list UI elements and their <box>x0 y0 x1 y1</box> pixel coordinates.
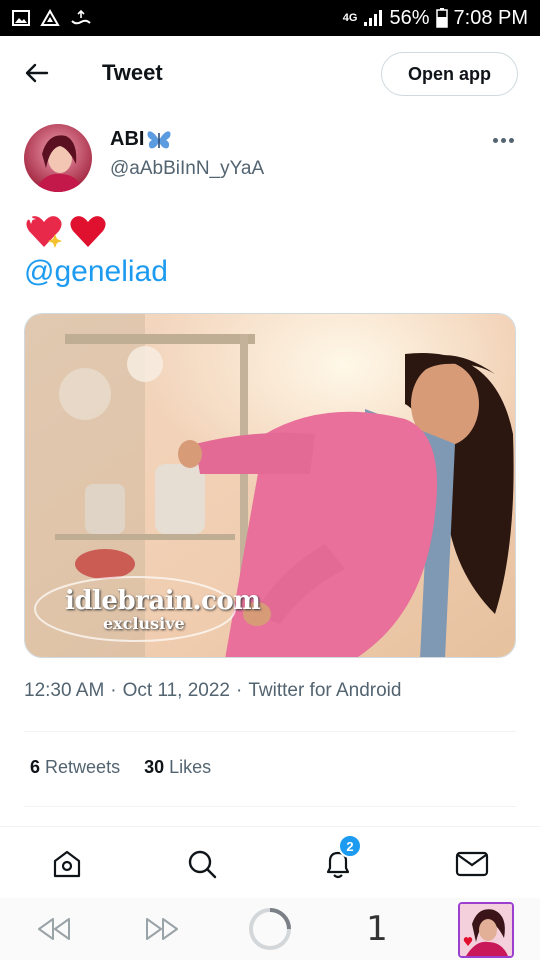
meta-separator: · <box>236 680 243 701</box>
nav-messages-button[interactable] <box>452 844 492 884</box>
mention-link[interactable]: @geneliad <box>24 255 168 289</box>
mail-icon <box>455 851 489 877</box>
browser-reload-button[interactable] <box>246 906 294 952</box>
author-avatar[interactable] <box>24 124 92 192</box>
sparkling-heart-emoji-icon <box>26 214 62 248</box>
top-app-bar: Tweet Open app <box>0 36 540 112</box>
open-app-button[interactable]: Open app <box>381 52 518 96</box>
more-dot <box>500 137 506 143</box>
browser-back-button[interactable] <box>32 906 76 952</box>
signal-icon <box>363 9 383 27</box>
divider <box>24 806 516 807</box>
tweet-source[interactable]: Twitter for Android <box>248 680 401 702</box>
browser-profile-thumbnail[interactable] <box>458 902 514 958</box>
retweets-stat[interactable]: 6 Retweets <box>30 757 120 778</box>
author-name[interactable]: ABI <box>110 128 172 151</box>
author-display-name: ABI <box>110 128 145 150</box>
tweet-meta: 12:30 AM · Oct 11, 2022 · Twitter for An… <box>24 680 401 702</box>
home-icon <box>53 850 81 878</box>
red-heart-emoji-icon <box>70 216 106 247</box>
tweet-time: 12:30 AM <box>24 680 105 701</box>
butterfly-emoji-icon <box>147 130 171 148</box>
tweet-emoji-row <box>24 212 108 250</box>
browser-tabs-button[interactable]: 1 <box>362 906 392 952</box>
drive-notification-icon <box>40 9 60 27</box>
page-title: Tweet <box>102 60 163 85</box>
fast-forward-icon <box>146 918 178 940</box>
media-watermark: idlebrain.com <box>65 586 261 616</box>
tab-count: 1 <box>366 909 388 949</box>
nav-notifications-button[interactable]: 2 <box>318 834 362 884</box>
rewind-icon <box>38 918 70 940</box>
loading-spinner-icon <box>249 908 291 950</box>
status-bar: 4G 56% 7:08 PM <box>0 0 540 36</box>
retweets-count: 6 <box>30 757 41 777</box>
tweet-media-image[interactable]: idlebrain.com exclusive <box>24 313 516 658</box>
gallery-notification-icon <box>12 10 30 26</box>
bottom-navigation: 2 <box>0 826 540 898</box>
back-arrow-icon <box>25 63 49 83</box>
clock: 7:08 PM <box>453 6 528 29</box>
retweets-label: Retweets <box>45 757 121 777</box>
more-options-button[interactable] <box>488 128 518 152</box>
author-handle[interactable]: @aAbBiInN_yYaA <box>110 158 264 180</box>
data-transfer-icon <box>70 9 92 27</box>
network-type: 4G <box>342 11 358 24</box>
back-button[interactable] <box>22 58 52 88</box>
likes-stat[interactable]: 30 Likes <box>144 757 211 778</box>
tweet-stats: 6 Retweets 30 Likes <box>30 757 211 778</box>
battery-percent: 56% <box>389 6 430 29</box>
more-dot <box>508 137 514 143</box>
profile-thumbnail-image <box>460 904 512 956</box>
likes-count: 30 <box>144 757 165 777</box>
browser-forward-button[interactable] <box>140 906 184 952</box>
likes-label: Likes <box>169 757 212 777</box>
browser-toolbar: 1 <box>0 898 540 960</box>
notifications-badge: 2 <box>338 834 362 858</box>
meta-separator: · <box>110 680 117 701</box>
search-icon <box>188 850 217 879</box>
divider <box>24 731 516 732</box>
more-dot <box>492 137 498 143</box>
nav-home-button[interactable] <box>47 844 87 884</box>
battery-icon <box>435 8 448 28</box>
nav-search-button[interactable] <box>182 844 222 884</box>
media-watermark-sub: exclusive <box>103 614 185 633</box>
tweet-date: Oct 11, 2022 <box>122 680 230 701</box>
